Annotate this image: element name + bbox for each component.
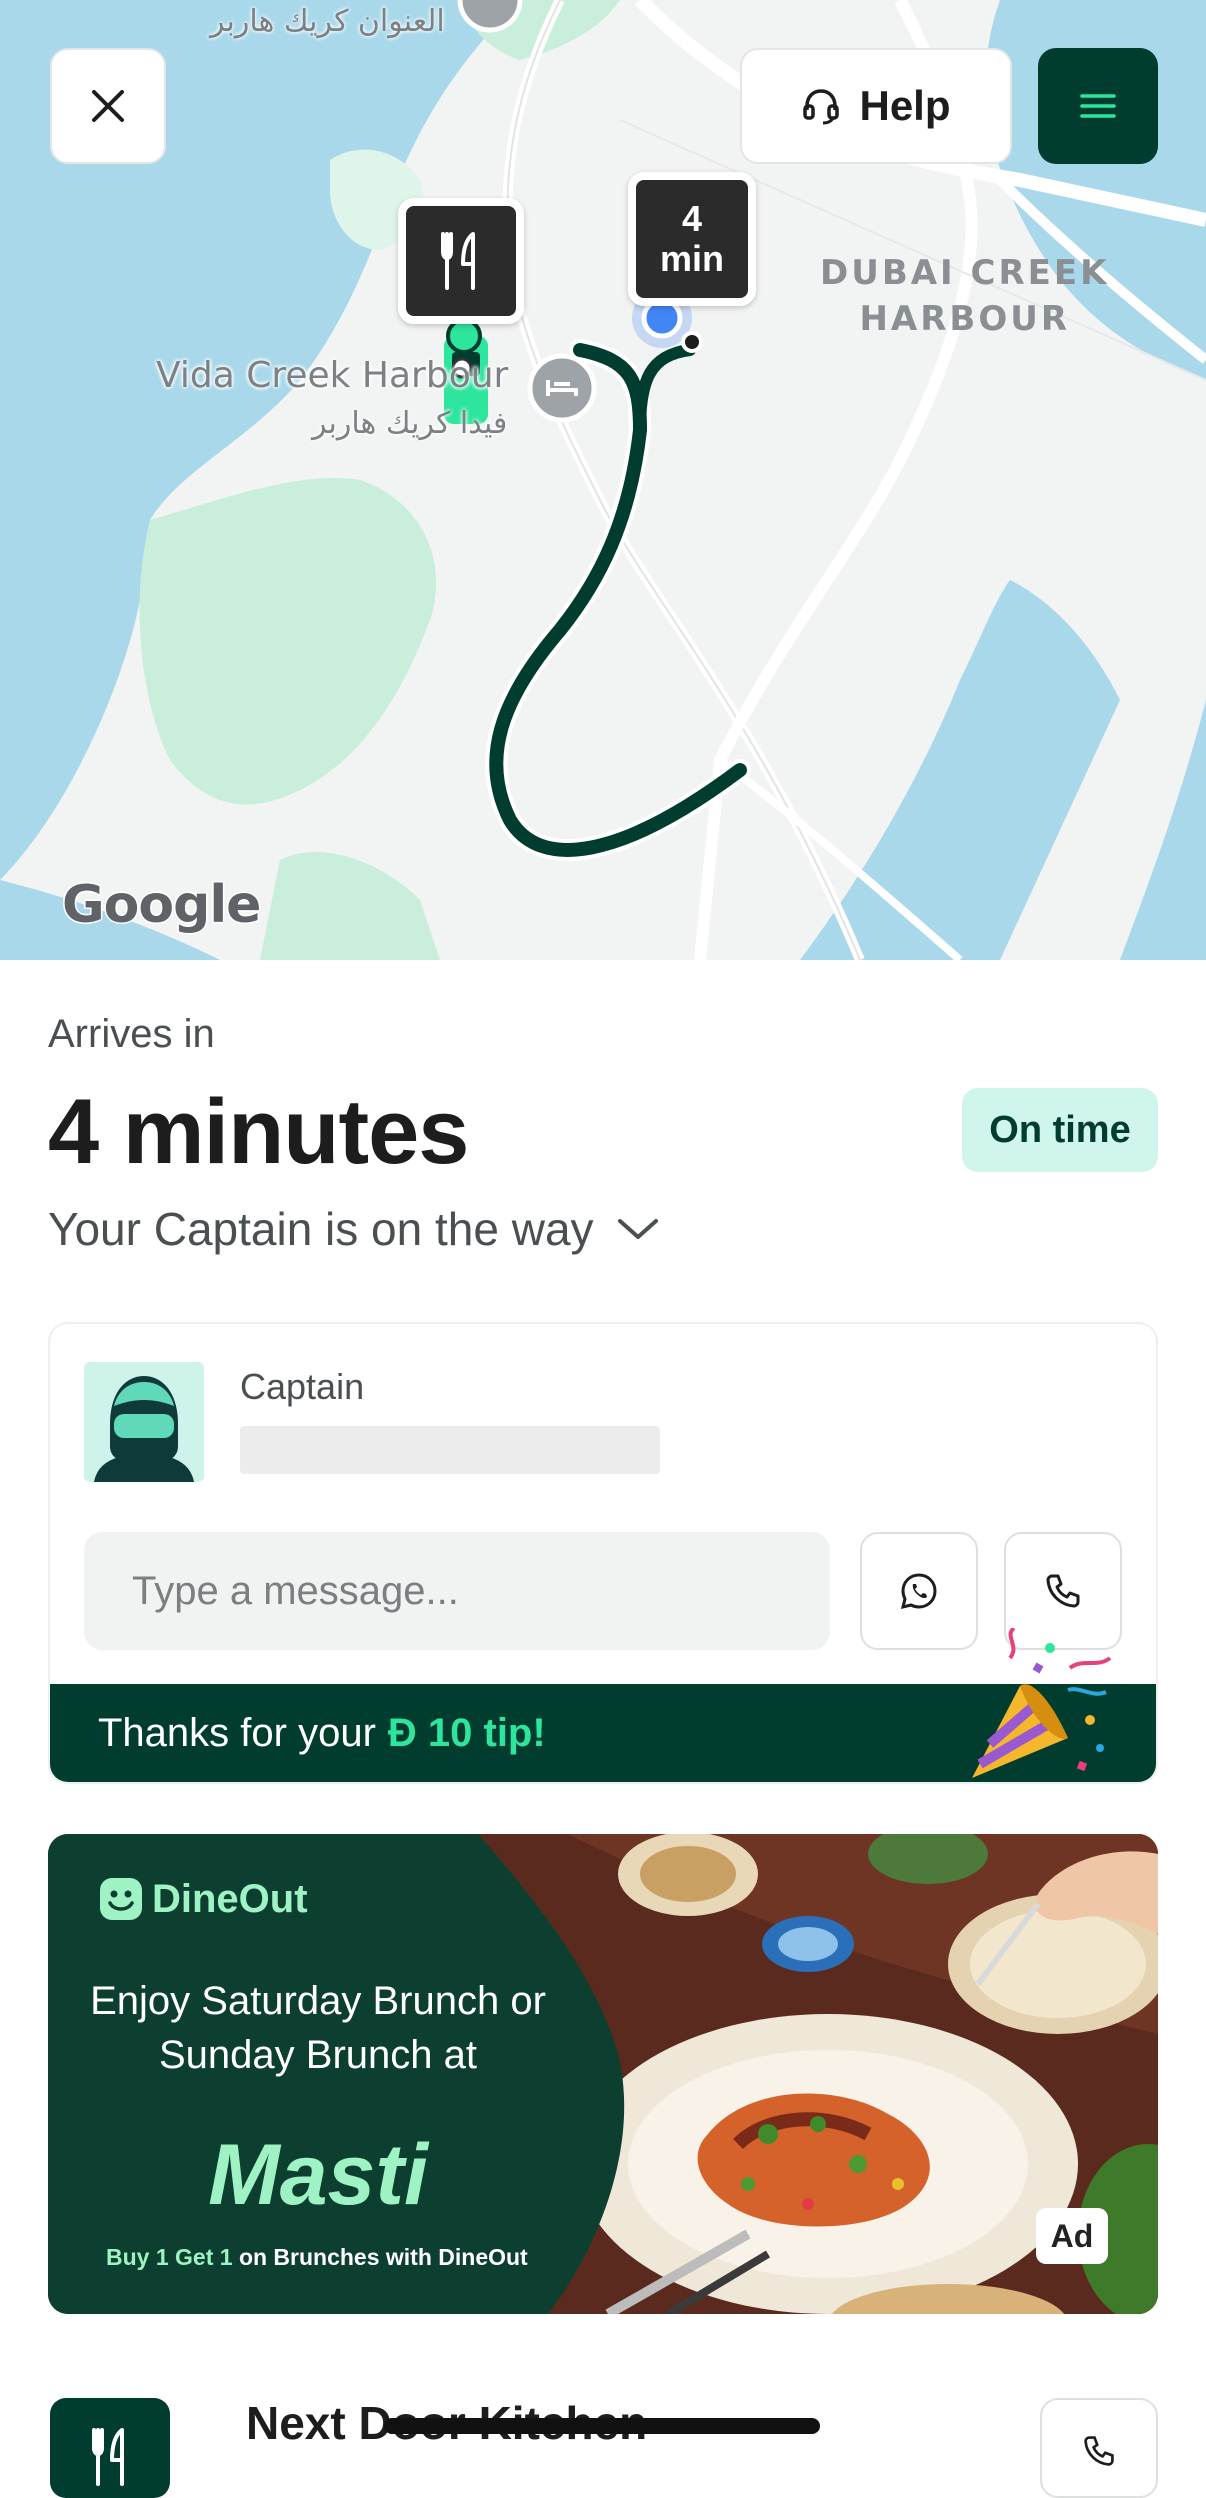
- eta-pin-unit: min: [659, 238, 724, 279]
- map-arabic-label: العنوان كريك هاربر: [210, 4, 445, 39]
- chevron-down-icon: [617, 1219, 658, 1239]
- ad-headline: Enjoy Saturday Brunch or Sunday Brunch a…: [90, 1979, 546, 2077]
- menu-button[interactable]: [1038, 48, 1158, 164]
- eta-pin: 4 min: [628, 172, 756, 306]
- phone-icon: [1084, 2436, 1114, 2466]
- google-logo: Google: [60, 874, 262, 937]
- captain-label: Captain: [240, 1366, 365, 1407]
- help-label: Help: [859, 82, 951, 129]
- on-time-badge: On time: [962, 1088, 1158, 1172]
- captain-name-placeholder: [240, 1426, 660, 1474]
- place-label: Vida Creek Harbour: [156, 355, 509, 396]
- helmet-avatar-icon: [84, 1362, 204, 1482]
- phone-icon: [1046, 1574, 1080, 1608]
- next-restaurant-call-button[interactable]: [1040, 2398, 1158, 2498]
- dineout-brand-label: DineOut: [152, 1876, 308, 1921]
- party-popper-icon: [972, 1628, 1112, 1778]
- area-label: DUBAI CREEK HARBOUR: [820, 250, 1109, 342]
- status-message-toggle[interactable]: Your Captain is on the way: [48, 1202, 660, 1256]
- map-view[interactable]: العنوان كريك هاربر DUBAI CREEK HARBOUR V…: [0, 0, 1206, 960]
- tip-prefix: Thanks for your: [98, 1710, 376, 1755]
- dineout-ad-banner[interactable]: DineOut Enjoy Saturday Brunch or Sunday …: [48, 1834, 1158, 2314]
- ad-offer-highlight: Buy 1 Get 1: [106, 2244, 233, 2270]
- status-message: Your Captain is on the way: [48, 1203, 594, 1255]
- home-indicator[interactable]: [384, 2418, 820, 2434]
- arrives-in-label: Arrives in: [48, 1012, 215, 1056]
- ad-restaurant-name: Masti: [208, 2127, 428, 2223]
- captain-avatar: [84, 1362, 204, 1482]
- message-input[interactable]: [84, 1532, 830, 1650]
- help-button[interactable]: Help: [740, 48, 1012, 164]
- dineout-brand: DineOut: [98, 1876, 308, 1922]
- dineout-smile-icon: [100, 1878, 142, 1920]
- eta-pin-value: 4: [681, 198, 703, 239]
- close-icon: [92, 90, 124, 122]
- close-button[interactable]: [50, 48, 166, 164]
- tip-amount: Ð 10 tip!: [387, 1710, 546, 1755]
- whatsapp-icon: [900, 1573, 937, 1610]
- fork-knife-icon: [441, 232, 475, 290]
- headset-icon: [803, 89, 840, 125]
- eta-value: 4 minutes: [48, 1081, 469, 1183]
- area-label-line1: DUBAI CREEK: [820, 253, 1110, 293]
- fork-knife-icon: [92, 2428, 124, 2486]
- ad-offer: Buy 1 Get 1 on Brunches with DineOut: [106, 2244, 528, 2271]
- area-label-line2: HARBOUR: [859, 299, 1071, 339]
- map-canvas: [0, 0, 1206, 960]
- restaurant-pin[interactable]: [398, 198, 524, 324]
- next-restaurant-logo: [50, 2398, 170, 2498]
- ad-badge: Ad: [1036, 2208, 1108, 2264]
- place-label-arabic: فيدا كريك هاربر: [312, 406, 508, 441]
- hamburger-menu-icon: [1080, 94, 1116, 118]
- ad-offer-text: on Brunches with DineOut: [238, 2244, 528, 2270]
